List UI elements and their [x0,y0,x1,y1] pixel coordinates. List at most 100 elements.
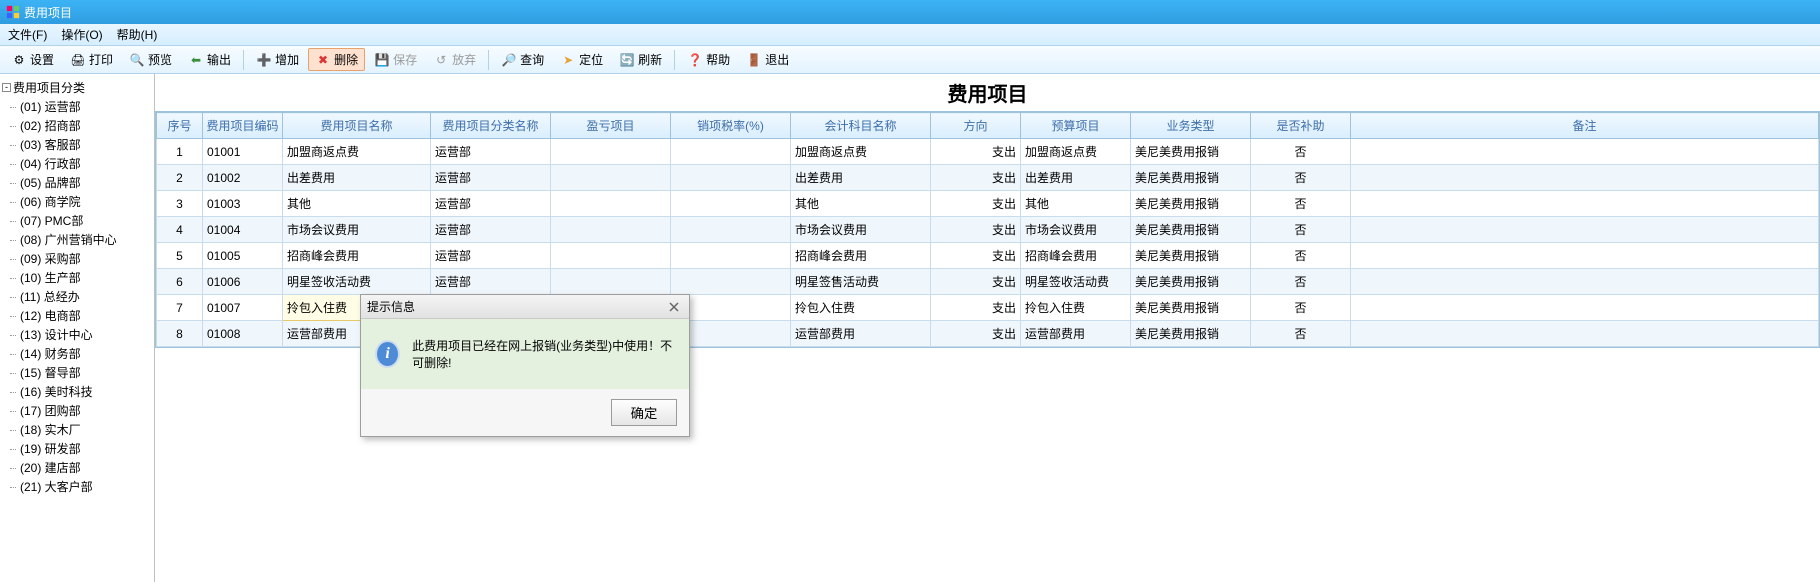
cell[interactable] [671,165,791,191]
cell[interactable]: 运营部费用 [1021,321,1131,347]
cell[interactable]: 运营部 [431,243,551,269]
cell[interactable] [551,139,671,165]
cell[interactable]: 支出 [931,243,1021,269]
table-row[interactable]: 501005招商峰会费用运营部招商峰会费用支出招商峰会费用美尼美费用报销否 [157,243,1819,269]
menu-action[interactable]: 操作(O) [61,26,102,43]
print-button[interactable]: 🖨打印 [63,48,120,71]
query-button[interactable]: 🔎查询 [494,48,551,71]
collapse-icon[interactable]: - [2,83,11,92]
cell[interactable]: 01003 [203,191,283,217]
cell[interactable]: 明星签收活动费 [1021,269,1131,295]
cell[interactable]: 美尼美费用报销 [1131,295,1251,321]
table-row[interactable]: 401004市场会议费用运营部市场会议费用支出市场会议费用美尼美费用报销否 [157,217,1819,243]
tree-item[interactable]: (19) 研发部 [2,439,152,458]
cell[interactable]: 6 [157,269,203,295]
cell[interactable] [551,243,671,269]
tree-item[interactable]: (06) 商学院 [2,192,152,211]
cell[interactable] [1351,191,1819,217]
column-header[interactable]: 备注 [1351,113,1819,139]
cell[interactable]: 运营部 [431,269,551,295]
tree-item[interactable]: (05) 品牌部 [2,173,152,192]
tree-item[interactable]: (11) 总经办 [2,287,152,306]
cell[interactable]: 否 [1251,321,1351,347]
cell[interactable] [1351,139,1819,165]
cell[interactable] [1351,321,1819,347]
cell[interactable]: 招商峰会费用 [283,243,431,269]
cell[interactable] [671,269,791,295]
discard-button[interactable]: ↺放弃 [426,48,483,71]
cell[interactable]: 市场会议费用 [791,217,931,243]
cell[interactable]: 支出 [931,165,1021,191]
cell[interactable]: 01007 [203,295,283,321]
cell[interactable]: 01001 [203,139,283,165]
cell[interactable]: 美尼美费用报销 [1131,243,1251,269]
cell[interactable]: 01004 [203,217,283,243]
column-header[interactable]: 是否补助 [1251,113,1351,139]
settings-button[interactable]: ⚙设置 [4,48,61,71]
cell[interactable]: 否 [1251,269,1351,295]
dialog-ok-button[interactable]: 确定 [611,399,677,426]
tree-root[interactable]: - 费用项目分类 [2,78,152,97]
cell[interactable]: 8 [157,321,203,347]
cell[interactable]: 拎包入住费 [791,295,931,321]
cell[interactable]: 支出 [931,139,1021,165]
column-header[interactable]: 盈亏项目 [551,113,671,139]
cell[interactable]: 招商峰会费用 [791,243,931,269]
cell[interactable]: 运营部 [431,139,551,165]
column-header[interactable]: 序号 [157,113,203,139]
table-row[interactable]: 101001加盟商返点费运营部加盟商返点费支出加盟商返点费美尼美费用报销否 [157,139,1819,165]
column-header[interactable]: 费用项目编码 [203,113,283,139]
cell[interactable]: 美尼美费用报销 [1131,217,1251,243]
cell[interactable] [671,217,791,243]
export-button[interactable]: ⬅输出 [181,48,238,71]
cell[interactable]: 否 [1251,217,1351,243]
cell[interactable]: 运营部 [431,191,551,217]
cell[interactable] [1351,165,1819,191]
category-tree[interactable]: - 费用项目分类 (01) 运营部(02) 招商部(03) 客服部(04) 行政… [0,74,155,582]
cell[interactable]: 拎包入住费 [1021,295,1131,321]
cell[interactable]: 否 [1251,191,1351,217]
cell[interactable]: 否 [1251,243,1351,269]
column-header[interactable]: 费用项目名称 [283,113,431,139]
dialog-close-button[interactable] [665,299,683,315]
menu-file[interactable]: 文件(F) [8,26,47,43]
cell[interactable] [551,217,671,243]
tree-item[interactable]: (17) 团购部 [2,401,152,420]
locate-button[interactable]: ➤定位 [553,48,610,71]
cell[interactable] [1351,295,1819,321]
cell[interactable]: 支出 [931,321,1021,347]
cell[interactable]: 支出 [931,295,1021,321]
cell[interactable]: 5 [157,243,203,269]
column-header[interactable]: 销项税率(%) [671,113,791,139]
cell[interactable]: 市场会议费用 [1021,217,1131,243]
cell[interactable] [671,191,791,217]
cell[interactable]: 7 [157,295,203,321]
tree-item[interactable]: (10) 生产部 [2,268,152,287]
cell[interactable]: 明星签收活动费 [283,269,431,295]
cell[interactable]: 否 [1251,295,1351,321]
cell[interactable]: 3 [157,191,203,217]
table-row[interactable]: 301003其他运营部其他支出其他美尼美费用报销否 [157,191,1819,217]
cell[interactable]: 美尼美费用报销 [1131,321,1251,347]
cell[interactable]: 其他 [791,191,931,217]
help-button[interactable]: ❓帮助 [680,48,737,71]
cell[interactable]: 运营部 [431,165,551,191]
cell[interactable]: 支出 [931,191,1021,217]
table-row[interactable]: 601006明星签收活动费运营部明星签售活动费支出明星签收活动费美尼美费用报销否 [157,269,1819,295]
refresh-button[interactable]: 🔄刷新 [612,48,669,71]
cell[interactable]: 加盟商返点费 [791,139,931,165]
cell[interactable] [1351,269,1819,295]
cell[interactable]: 市场会议费用 [283,217,431,243]
tree-item[interactable]: (07) PMC部 [2,211,152,230]
table-row[interactable]: 201002出差费用运营部出差费用支出出差费用美尼美费用报销否 [157,165,1819,191]
tree-item[interactable]: (12) 电商部 [2,306,152,325]
cell[interactable] [551,191,671,217]
cell[interactable]: 其他 [283,191,431,217]
cell[interactable]: 招商峰会费用 [1021,243,1131,269]
tree-item[interactable]: (21) 大客户部 [2,477,152,496]
cell[interactable]: 运营部 [431,217,551,243]
cell[interactable]: 支出 [931,269,1021,295]
cell[interactable]: 美尼美费用报销 [1131,269,1251,295]
cell[interactable]: 出差费用 [791,165,931,191]
cell[interactable]: 4 [157,217,203,243]
